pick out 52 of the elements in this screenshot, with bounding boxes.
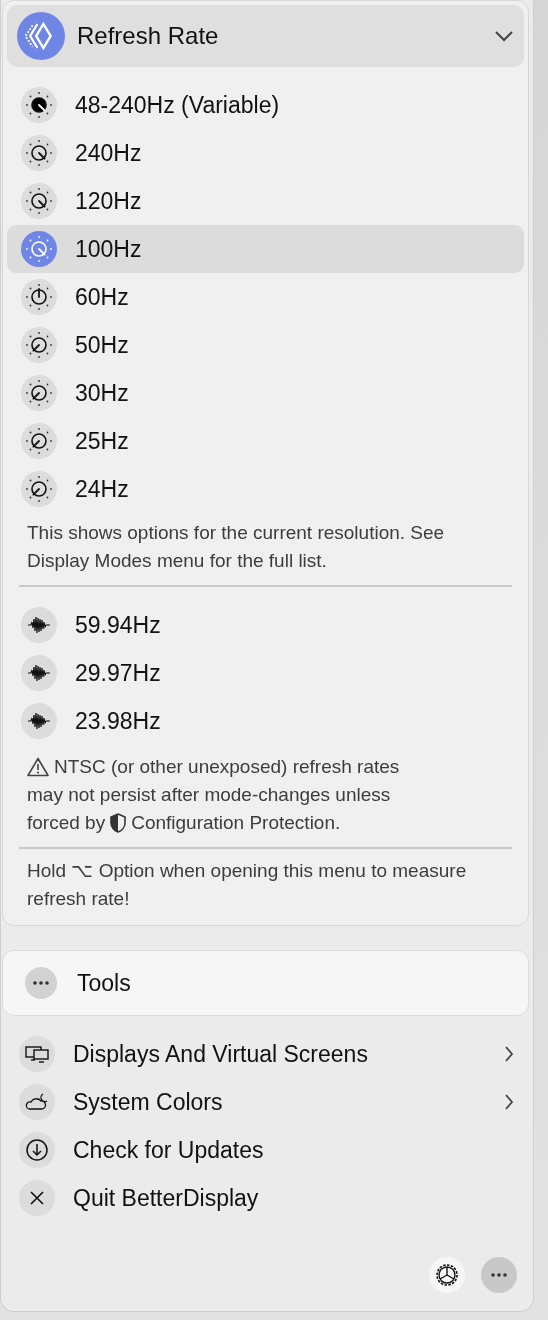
tools-section[interactable]: Tools (2, 950, 529, 1016)
dial-icon (21, 279, 57, 315)
ntsc-rate-item[interactable]: 23.98Hz (7, 697, 524, 745)
ntsc-warning-text: may not persist after mode-changes unless (27, 783, 391, 807)
menu-item[interactable]: Displays And Virtual Screens (5, 1030, 529, 1078)
refresh-rate-item[interactable]: 240Hz (7, 129, 524, 177)
ntsc-warning-text: NTSC (or other unexposed) refresh rates (54, 755, 400, 779)
resolution-note: This shows options for the current resolution. See Display Modes menu for the full list. (27, 521, 446, 573)
more-icon (491, 1273, 507, 1277)
monitors-icon (19, 1036, 55, 1072)
dial-icon (21, 183, 57, 219)
tools-label: Tools (77, 969, 132, 997)
dial-icon (21, 231, 57, 267)
waveform-icon (21, 655, 57, 691)
waveform-icon (21, 607, 57, 643)
download-icon (19, 1132, 55, 1168)
app-logo-icon (17, 12, 65, 60)
dial-icon (21, 471, 57, 507)
header-title: Refresh Rate (77, 22, 220, 50)
chevron-right-icon (503, 1093, 515, 1111)
dial-icon (21, 375, 57, 411)
refresh-rate-item[interactable]: 30Hz (7, 369, 524, 417)
ntsc-rate-item[interactable]: 29.97Hz (7, 649, 524, 697)
refresh-rate-item[interactable]: 50Hz (7, 321, 524, 369)
more-icon (25, 967, 57, 999)
dial-icon (21, 423, 57, 459)
filled-dial-icon (21, 87, 57, 123)
menu-item[interactable]: Quit BetterDisplay (5, 1174, 529, 1222)
dial-icon (21, 327, 57, 363)
close-icon (19, 1180, 55, 1216)
refresh-rate-item[interactable]: 24Hz (7, 465, 524, 513)
warning-icon (27, 757, 49, 777)
refresh-rate-item[interactable]: 60Hz (7, 273, 524, 321)
cloud-moon-icon (19, 1084, 55, 1120)
menu-item[interactable]: System Colors (5, 1078, 529, 1126)
option-hint: Hold ⌥ Option when opening this menu to measure refresh rate! (27, 859, 468, 911)
refresh-rate-item[interactable]: 120Hz (7, 177, 524, 225)
refresh-rate-header[interactable]: Refresh Rate (7, 5, 524, 67)
chevron-down-icon (494, 30, 514, 42)
dial-icon (21, 135, 57, 171)
chevron-right-icon (503, 1045, 515, 1063)
waveform-icon (21, 703, 57, 739)
shield-icon (109, 813, 128, 833)
refresh-rate-item[interactable]: 100Hz (7, 225, 524, 273)
ntsc-rate-item[interactable]: 59.94Hz (7, 601, 524, 649)
refresh-rate-item[interactable]: 25Hz (7, 417, 524, 465)
ntsc-warning-text: forced by (27, 811, 106, 835)
refresh-rate-item[interactable]: 48-240Hz (Variable) (7, 81, 524, 129)
menu-item[interactable]: Check for Updates (5, 1126, 529, 1174)
configuration-protection-text: Configuration Protection. (131, 811, 341, 835)
settings-button[interactable] (429, 1257, 465, 1293)
more-button[interactable] (481, 1257, 517, 1293)
